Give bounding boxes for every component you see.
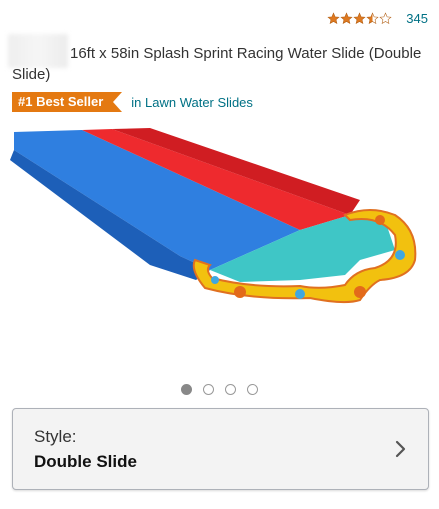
- product-title: 16ft x 58in Splash Sprint Racing Water S…: [12, 43, 432, 85]
- carousel-dot[interactable]: [247, 384, 258, 395]
- product-title-text: 16ft x 58in Splash Sprint Racing Water S…: [12, 45, 422, 83]
- carousel-dots[interactable]: [0, 384, 439, 395]
- star-icon: [379, 12, 392, 25]
- best-seller-row: #1 Best Seller in Lawn Water Slides: [12, 92, 253, 112]
- style-selector-button[interactable]: Style: Double Slide: [12, 408, 429, 490]
- rating-row[interactable]: 345: [327, 11, 428, 26]
- best-seller-badge: #1 Best Seller: [12, 92, 123, 112]
- style-value: Double Slide: [34, 452, 137, 471]
- star-icon: [366, 12, 379, 25]
- star-icon: [327, 12, 340, 25]
- star-icon: [353, 12, 366, 25]
- carousel-dot[interactable]: [225, 384, 236, 395]
- star-icon: [340, 12, 353, 25]
- water-slide-image[interactable]: [0, 120, 439, 370]
- star-rating: [327, 12, 392, 25]
- rating-count[interactable]: 345: [406, 11, 428, 26]
- best-seller-category-link[interactable]: in Lawn Water Slides: [131, 95, 253, 110]
- carousel-dot[interactable]: [181, 384, 192, 395]
- chevron-right-icon: [395, 440, 406, 458]
- style-label: Style:: [34, 427, 77, 446]
- carousel-dot[interactable]: [203, 384, 214, 395]
